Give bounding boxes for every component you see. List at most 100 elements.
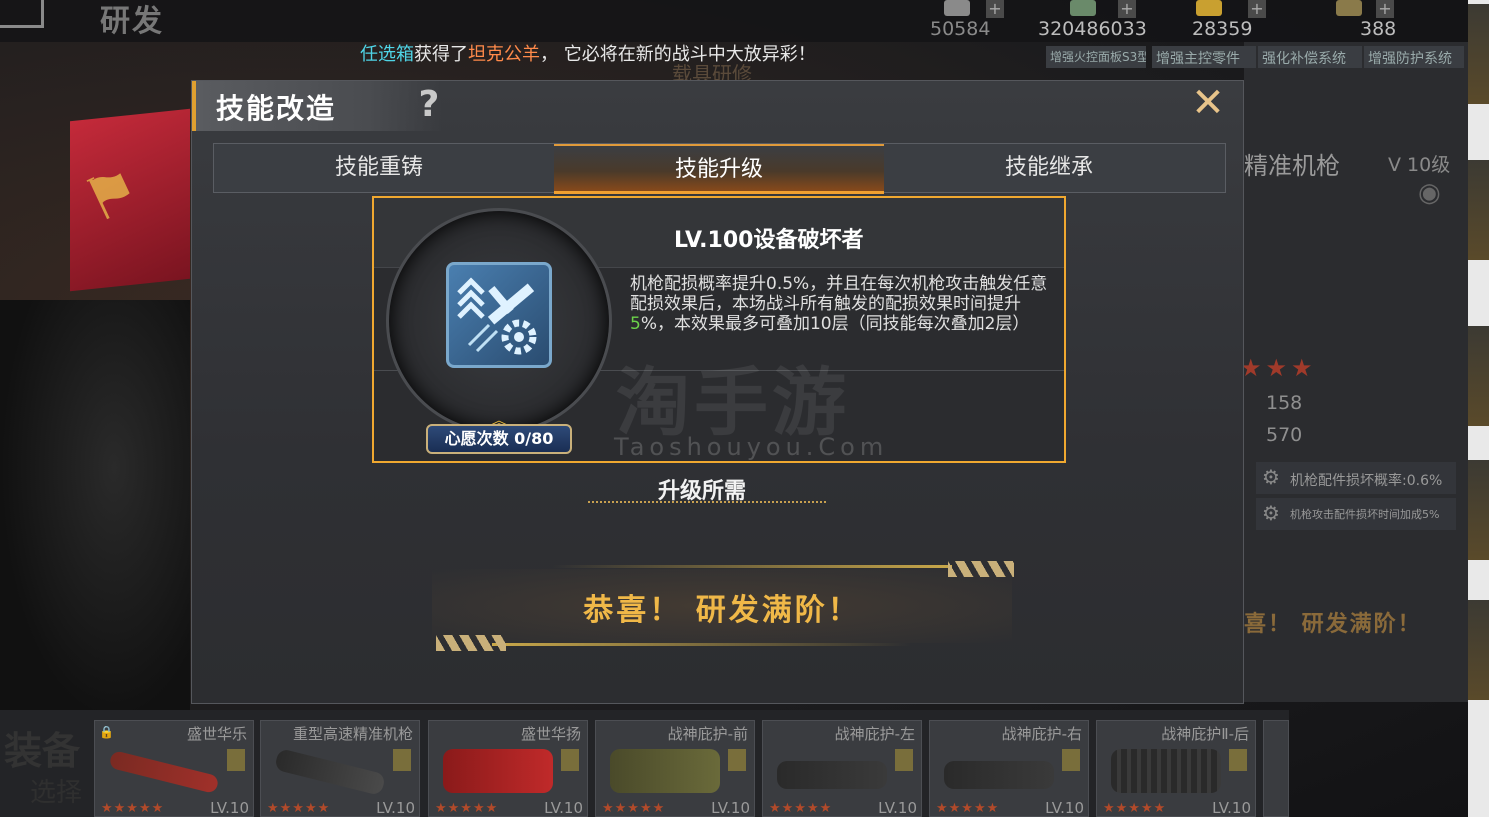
banner-line-top xyxy=(552,565,952,568)
tab-skill-upgrade[interactable]: 技能升级 xyxy=(554,144,884,194)
equipment-level: LV.10 xyxy=(1212,799,1251,817)
edge-card xyxy=(1468,326,1489,426)
silver-coin-icon xyxy=(944,0,970,16)
skill-description: 机枪配损概率提升0.5%，并且在每次机枪攻击触发任意配损效果后，本场战斗所有触发… xyxy=(630,274,1050,334)
equipment-level: LV.10 xyxy=(210,799,249,817)
equipment-level: LV.10 xyxy=(376,799,415,817)
edge-card xyxy=(1468,600,1489,700)
armor-left-image xyxy=(777,761,887,789)
upgrade-badge-icon xyxy=(1229,749,1247,771)
bg-tab-4[interactable]: 增强防护系统 xyxy=(1364,46,1464,68)
tab-bar: 技能重铸 技能升级 技能继承 xyxy=(213,143,1226,194)
game-screen: ⚑ 研发 50584 + 320486033 + 28359 + 388 + 任… xyxy=(0,0,1489,817)
upgrade-badge-icon xyxy=(728,749,746,771)
add-silver-button[interactable]: + xyxy=(986,0,1004,18)
banner-stripes xyxy=(436,635,506,651)
equipment-name: 盛世华乐 xyxy=(186,725,247,743)
equipment-name: 战神庇护-右 xyxy=(1001,725,1082,743)
equipment-level: LV.10 xyxy=(544,799,583,817)
broadcast-reward: 坦克公羊 xyxy=(468,44,540,65)
back-button[interactable] xyxy=(0,0,44,28)
equipment-card-7[interactable]: 战神庇护Ⅱ-后 ★★★★★ LV.10 xyxy=(1096,720,1256,817)
max-level-text: 恭喜！ 研发满阶！ xyxy=(583,593,861,628)
armor-rear-image xyxy=(1111,749,1221,793)
equipment-stars: ★★★★★ xyxy=(602,801,666,816)
gun-gear-skill-icon[interactable] xyxy=(446,262,552,368)
add-cash-button[interactable]: + xyxy=(1118,0,1136,18)
bg-stat-1: 158 xyxy=(1266,392,1303,414)
equipment-level: LV.10 xyxy=(1045,799,1084,817)
bg-tab-1[interactable]: 增强火控面板S3型 xyxy=(1046,46,1146,68)
equipment-card-1[interactable]: 🔒 盛世华乐 ★★★★★ LV.10 xyxy=(94,720,254,817)
lock-icon: 🔒 xyxy=(99,725,114,739)
close-button[interactable]: ✕ xyxy=(1188,83,1228,123)
top-bar: 研发 50584 + 320486033 + 28359 + 388 + xyxy=(0,0,1468,42)
resource-silver: 50584 xyxy=(930,18,991,40)
upgrade-badge-icon xyxy=(227,749,245,771)
equipment-name: 重型高速精准机枪 xyxy=(292,725,413,743)
equipment-stars: ★★★★★ xyxy=(769,801,833,816)
bg-skill-1: 机枪配件损坏概率:0.6% xyxy=(1256,462,1456,494)
bg-max-text: 喜！ 研发满阶！ xyxy=(1244,612,1422,637)
bg-star-rating: ★★★ xyxy=(1240,354,1317,382)
bg-weapon-level: V 10级 xyxy=(1388,154,1451,176)
bg-tab-3[interactable]: 强化补偿系统 xyxy=(1258,46,1362,68)
armor-front-image xyxy=(610,749,720,793)
bg-stat-2: 570 xyxy=(1266,424,1303,446)
equipment-card-5[interactable]: 战神庇护-左 ★★★★★ LV.10 xyxy=(762,720,922,817)
edge-card xyxy=(1468,460,1489,560)
armor-right-image xyxy=(944,761,1054,789)
resource-cash: 320486033 xyxy=(1038,18,1147,40)
upgrade-badge-icon xyxy=(895,749,913,771)
equipment-stars: ★★★★★ xyxy=(267,801,331,816)
bg-weapon-name: 精准机枪 xyxy=(1244,152,1340,180)
equipment-stars: ★★★★★ xyxy=(936,801,1000,816)
dialog-title: 技能改造 xyxy=(216,92,337,125)
skill-modify-dialog: 技能改造 ? ✕ 技能重铸 技能升级 技能继承 ︽ 心愿次数 0/80 LV.1… xyxy=(191,80,1244,704)
dialog-header: 技能改造 xyxy=(192,81,442,131)
gold-bar-icon xyxy=(1196,0,1222,16)
equipment-level: LV.10 xyxy=(711,799,750,817)
feather-icon xyxy=(1336,0,1362,16)
equipment-name: 盛世华扬 xyxy=(520,725,581,743)
equipment-name: 战神庇护-左 xyxy=(834,725,915,743)
equipment-card-6[interactable]: 战神庇护-右 ★★★★★ LV.10 xyxy=(929,720,1089,817)
tab-skill-recast[interactable]: 技能重铸 xyxy=(214,144,544,192)
equipment-card-2[interactable]: 重型高速精准机枪 ★★★★★ LV.10 xyxy=(260,720,420,817)
watermark-url: Taoshouyou.Com xyxy=(614,433,889,461)
tab-skill-inherit[interactable]: 技能继承 xyxy=(884,144,1214,192)
resource-feather: 388 xyxy=(1360,18,1397,40)
equipment-card-partial[interactable] xyxy=(1263,720,1289,817)
equipment-name: 战神庇护Ⅱ-后 xyxy=(1161,725,1249,743)
skill-description-part2: %，本效果最多可叠加10层（同技能每次叠加2层） xyxy=(640,314,1030,334)
skill-description-highlight: 5 xyxy=(630,314,641,334)
banner-line-bottom xyxy=(492,643,912,646)
equipment-name: 战神庇护-前 xyxy=(667,725,748,743)
background-tabs: 增强火控面板S3型 增强主控零件 强化补偿系统 增强防护系统 xyxy=(1046,46,1466,72)
bg-tab-2[interactable]: 增强主控零件 xyxy=(1152,46,1256,68)
requirement-underline xyxy=(588,501,826,504)
equipment-stars: ★★★★★ xyxy=(1103,801,1167,816)
skill-icon-graphic xyxy=(457,277,537,355)
help-icon[interactable]: ? xyxy=(412,85,446,125)
max-level-banner: 恭喜！ 研发满阶！ xyxy=(432,561,1014,651)
resource-gold: 28359 xyxy=(1192,18,1253,40)
equipment-card-3[interactable]: 盛世华扬 ★★★★★ LV.10 xyxy=(428,720,588,817)
edge-card xyxy=(1468,4,1489,104)
weapon-image xyxy=(108,749,220,795)
eye-icon[interactable]: ◉ xyxy=(1418,178,1441,208)
broadcast-text: 获得了 xyxy=(414,44,468,65)
equipment-label: 装备 xyxy=(4,729,81,773)
upgrade-badge-icon xyxy=(561,749,579,771)
upgrade-badge-icon xyxy=(1062,749,1080,771)
equipment-card-4[interactable]: 战神庇护-前 ★★★★★ LV.10 xyxy=(595,720,755,817)
add-gold-button[interactable]: + xyxy=(1248,0,1266,18)
upgrade-badge-icon xyxy=(393,749,411,771)
equipment-stars: ★★★★★ xyxy=(101,801,165,816)
cash-icon xyxy=(1070,0,1096,16)
add-feather-button[interactable]: + xyxy=(1376,0,1394,18)
creature-silhouette xyxy=(0,300,190,720)
equipment-level: LV.10 xyxy=(878,799,917,817)
bg-skill-2: 机枪攻击配件损坏时间加成5% xyxy=(1256,498,1456,530)
wish-count-badge: 心愿次数 0/80 xyxy=(426,424,572,454)
